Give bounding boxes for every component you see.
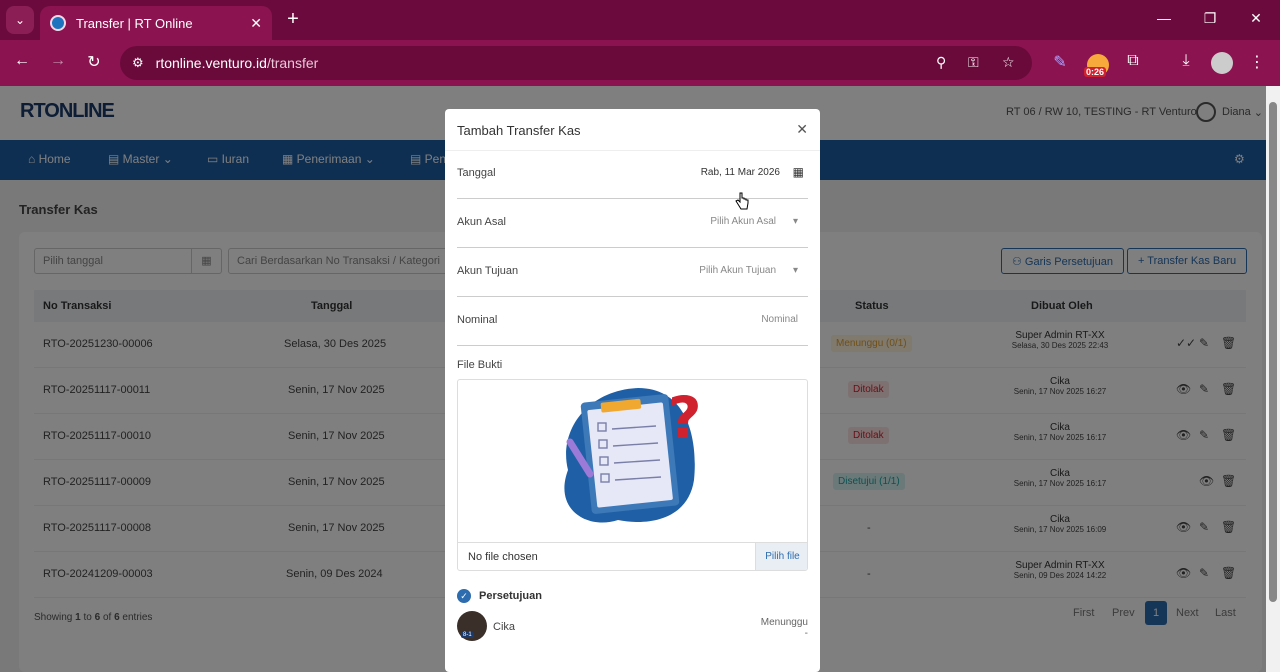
caret-down-icon: ▾ <box>792 216 798 227</box>
bookmark-star-icon[interactable]: ☆ <box>1002 54 1015 71</box>
check-circle-icon: ✓ <box>457 589 471 603</box>
tanggal-field[interactable]: Tanggal Rab, 11 Mar 2026 ▦ <box>457 151 808 199</box>
timer-badge: 0:26 <box>1084 67 1107 77</box>
reload-icon[interactable]: ↻ <box>83 52 105 72</box>
browser-tab[interactable]: Transfer | RT Online ✕ <box>40 6 272 40</box>
new-tab-button[interactable]: + <box>282 8 304 31</box>
choose-file-button[interactable]: Pilih file <box>755 543 807 570</box>
approver-item: 8-1 Cika Menunggu - <box>457 611 808 643</box>
akun-tujuan-select[interactable]: Pilih Akun Tujuan <box>699 265 776 276</box>
akun-asal-select[interactable]: Pilih Akun Asal <box>710 216 776 227</box>
url-path: /transfer <box>266 55 319 71</box>
file-bukti-label: File Bukti <box>457 359 503 371</box>
modal-title: Tambah Transfer Kas <box>457 123 581 138</box>
browser-tabbar: ⌄ Transfer | RT Online ✕ + — ❐ ✕ <box>0 0 1280 40</box>
site-info-icon[interactable]: ⚙ <box>132 55 144 71</box>
tanggal-label: Tanggal <box>457 167 496 179</box>
extension-feather-icon[interactable]: ✎ <box>1049 52 1071 72</box>
add-transfer-modal: Tambah Transfer Kas ✕ Tanggal Rab, 11 Ma… <box>445 109 820 672</box>
nominal-label: Nominal <box>457 314 498 326</box>
nominal-input[interactable]: Nominal <box>761 314 798 325</box>
address-bar[interactable]: ⚙ rtonline.venturo.id/transfer ⚲ ⚿ ☆ <box>120 46 1032 80</box>
url-host: rtonline.venturo.id <box>155 55 267 71</box>
nominal-field[interactable]: Nominal Nominal <box>457 298 808 346</box>
approver-status: Menunggu <box>760 617 808 628</box>
forward-icon[interactable]: → <box>47 52 69 70</box>
browser-toolbar: ← → ↻ ⚙ rtonline.venturo.id/transfer ⚲ ⚿… <box>0 40 1280 86</box>
favicon-icon <box>50 15 66 31</box>
caret-down-icon: ▾ <box>792 265 798 276</box>
back-icon[interactable]: ← <box>11 52 33 70</box>
clipboard-illustration: ? <box>564 384 702 523</box>
tab-title: Transfer | RT Online <box>76 15 193 31</box>
calendar-icon[interactable]: ▦ <box>793 165 804 179</box>
approver-status-detail: - <box>804 628 808 639</box>
close-window-icon[interactable]: ✕ <box>1246 10 1266 27</box>
minimize-icon[interactable]: — <box>1154 10 1174 26</box>
approval-label: Persetujuan <box>479 590 542 602</box>
file-dropzone[interactable]: ? No file chosen Pilih file <box>457 379 808 571</box>
tanggal-value[interactable]: Rab, 11 Mar 2026 <box>701 167 780 178</box>
scrollbar[interactable] <box>1266 86 1280 672</box>
file-status: No file chosen <box>468 551 538 563</box>
restore-icon[interactable]: ❐ <box>1200 10 1220 27</box>
close-icon[interactable]: ✕ <box>796 121 808 138</box>
extensions-puzzle-icon[interactable]: ⧉ <box>1122 52 1144 70</box>
akun-asal-field[interactable]: Akun Asal Pilih Akun Asal ▾ <box>457 200 808 248</box>
approval-section: ✓ Persetujuan <box>457 589 542 603</box>
approver-badge: 8-1 <box>461 632 474 638</box>
modal-header: Tambah Transfer Kas ✕ <box>445 109 820 151</box>
close-tab-icon[interactable]: ✕ <box>250 15 262 32</box>
file-input[interactable]: No file chosen Pilih file <box>458 542 807 570</box>
download-icon[interactable]: ⤓ <box>1175 52 1197 70</box>
menu-dots-icon[interactable]: ⋮ <box>1246 52 1268 72</box>
akun-tujuan-field[interactable]: Akun Tujuan Pilih Akun Tujuan ▾ <box>457 249 808 297</box>
akun-asal-label: Akun Asal <box>457 216 506 228</box>
profile-avatar[interactable] <box>1211 52 1233 74</box>
approver-avatar: 8-1 <box>457 611 487 641</box>
password-key-icon[interactable]: ⚿ <box>968 54 979 71</box>
approver-name: Cika <box>493 621 516 633</box>
akun-tujuan-label: Akun Tujuan <box>457 265 519 277</box>
svg-text:?: ? <box>668 384 702 452</box>
tab-search-button[interactable]: ⌄ <box>6 6 34 34</box>
hand-cursor-icon <box>735 192 749 210</box>
timer-extension-icon[interactable]: 0:26 <box>1084 54 1109 77</box>
zoom-icon[interactable]: ⚲ <box>936 54 946 71</box>
